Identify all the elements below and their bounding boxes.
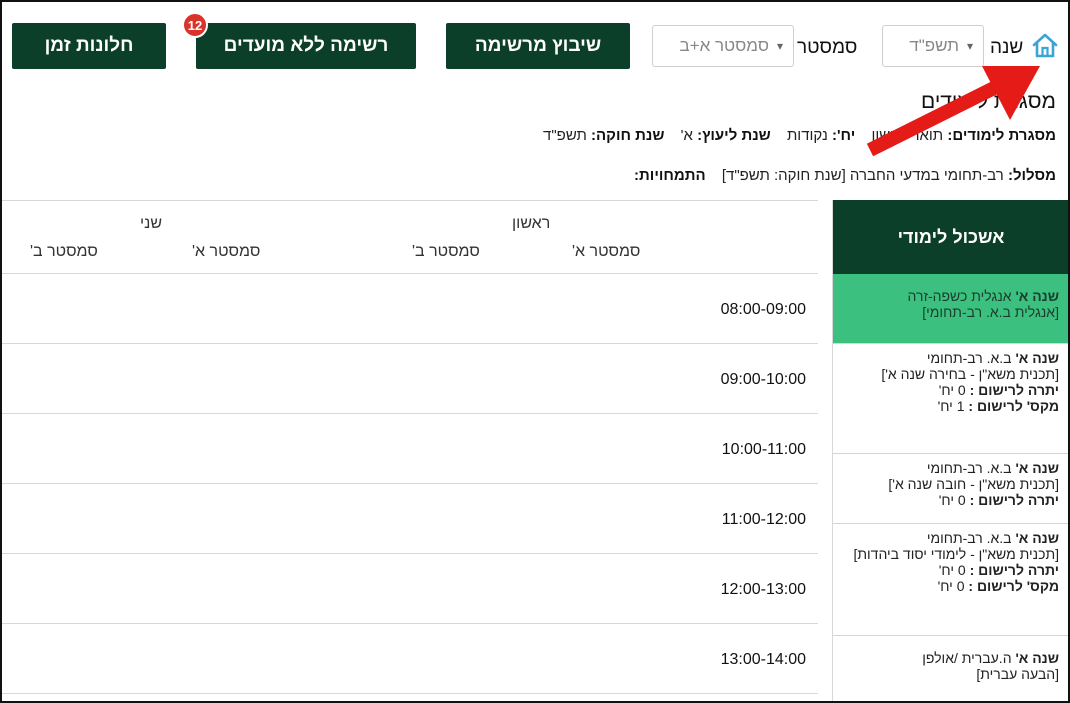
scheduler-window: שנה ▾ תשפ"ד סמסטר ▾ סמסטר א+ב שיבוץ מרשי…	[0, 0, 1070, 703]
toolbar: שנה ▾ תשפ"ד סמסטר ▾ סמסטר א+ב שיבוץ מרשי…	[2, 2, 1068, 82]
track-year: שנה א'	[1015, 650, 1059, 666]
track-item[interactable]: שנה א' אנגלית כשפה-זרה [אנגלית ב.א. רב-ת…	[833, 274, 1068, 344]
remaining-label: יתרה לרישום :	[969, 562, 1059, 578]
semester-header: סמסטר ב'	[30, 243, 98, 260]
track-program: [תכנית משא"ן - בחירה שנה א']	[881, 366, 1059, 382]
track-name: אנגלית כשפה-זרה	[907, 288, 1012, 304]
max-label: מקס' לרישום :	[968, 398, 1059, 414]
advisory-year-value: א'	[680, 127, 693, 144]
time-row[interactable]: 08:00-09:00	[2, 274, 818, 344]
max-value: 0 יח'	[937, 578, 965, 594]
track-program: [תכנית משא"ן - לימודי יסוד ביהדות]	[853, 546, 1059, 562]
remaining-label: יתרה לרישום :	[969, 492, 1059, 508]
track-name: ה.עברית /אולפן	[922, 650, 1012, 666]
track-year: שנה א'	[1015, 350, 1059, 366]
track-item[interactable]: שנה א' ב.א. רב-תחומי [תכנית משא"ן - לימו…	[833, 524, 1068, 636]
info-track-line: מסלול: רב-תחומי במדעי החברה [שנת חוקה: ת…	[634, 167, 1056, 184]
remaining-value: 0 יח'	[938, 382, 966, 398]
regulation-year-value: תשפ"ד	[543, 127, 587, 144]
semester-header: סמסטר א'	[572, 243, 641, 260]
track-name: ב.א. רב-תחומי	[926, 350, 1012, 366]
time-slot-label: 10:00-11:00	[721, 441, 806, 458]
semester-label: סמסטר	[797, 37, 858, 58]
credits-label: יח':	[831, 127, 856, 144]
track-name: ב.א. רב-תחומי	[926, 530, 1012, 546]
unscheduled-count-badge: 12	[182, 12, 208, 38]
chevron-down-icon: ▾	[966, 39, 973, 53]
track-program: [אנגלית ב.א. רב-תחומי]	[922, 304, 1059, 320]
time-row[interactable]: 12:00-13:00	[2, 554, 818, 624]
time-windows-button[interactable]: חלונות זמן	[12, 23, 166, 69]
year-select-value: תשפ"ד	[909, 36, 959, 55]
advisory-year-label: שנת ליעוץ:	[697, 127, 771, 144]
study-cluster-panel: אשכול לימודי שנה א' אנגלית כשפה-זרה [אנג…	[832, 200, 1068, 701]
day-header-monday: שני	[140, 215, 163, 232]
specializations-label: התמחויות:	[634, 167, 706, 184]
track-label: מסלול:	[1007, 167, 1056, 184]
time-row[interactable]: 10:00-11:00	[2, 414, 818, 484]
assign-from-list-button[interactable]: שיבוץ מרשימה	[446, 23, 630, 69]
track-item[interactable]: שנה א' ב.א. רב-תחומי [תכנית משא"ן - חובה…	[833, 454, 1068, 524]
credits-value: נקודות	[786, 127, 828, 144]
time-row[interactable]: 13:00-14:00	[2, 624, 818, 694]
schedule-header: ראשון שני סמסטר א' סמסטר ב' סמסטר א' סמס…	[2, 200, 818, 274]
time-slot-label: 13:00-14:00	[720, 651, 806, 668]
remaining-value: 0 יח'	[938, 562, 966, 578]
info-framework-line: מסגרת לימודים: תואר ראשון יח': נקודות שנ…	[543, 127, 1056, 144]
track-year: שנה א'	[1015, 460, 1059, 476]
track-year: שנה א'	[1015, 530, 1059, 546]
track-year: שנה א'	[1015, 288, 1059, 304]
time-row[interactable]: 11:00-12:00	[2, 484, 818, 554]
semester-select[interactable]: ▾ סמסטר א+ב	[652, 25, 794, 67]
remaining-value: 0 יח'	[938, 492, 966, 508]
time-row[interactable]: 09:00-10:00	[2, 344, 818, 414]
day-header-sunday: ראשון	[512, 215, 551, 232]
track-program: [תכנית משא"ן - חובה שנה א']	[888, 476, 1059, 492]
year-select[interactable]: ▾ תשפ"ד	[882, 25, 984, 67]
track-item[interactable]: שנה א' ב.א. רב-תחומי [תכנית משא"ן - בחיר…	[833, 344, 1068, 454]
max-value: 1 יח'	[937, 398, 965, 414]
regulation-year-label: שנת חוקה:	[591, 127, 665, 144]
time-slot-label: 09:00-10:00	[720, 371, 806, 388]
framework-value: תואר ראשון	[871, 127, 944, 144]
chevron-down-icon: ▾	[776, 39, 783, 53]
framework-label: מסגרת לימודים:	[947, 127, 1056, 144]
track-name: ב.א. רב-תחומי	[926, 460, 1012, 476]
track-value: רב-תחומי במדעי החברה [שנת חוקה: תשפ"ד]	[721, 167, 1004, 184]
year-label: שנה	[990, 37, 1024, 58]
max-label: מקס' לרישום :	[968, 578, 1059, 594]
track-program: [הבעה עברית]	[976, 666, 1059, 682]
unscheduled-list-button[interactable]: רשימה ללא מועדים	[196, 23, 416, 69]
semester-header: סמסטר א'	[192, 243, 261, 260]
time-slot-label: 11:00-12:00	[721, 511, 806, 528]
semester-header: סמסטר ב'	[412, 243, 480, 260]
study-cluster-header: אשכול לימודי	[833, 200, 1068, 274]
time-slot-label: 08:00-09:00	[720, 301, 806, 318]
info-title: מסגרת לימודים	[921, 90, 1056, 113]
remaining-label: יתרה לרישום :	[969, 382, 1059, 398]
semester-select-value: סמסטר א+ב	[679, 36, 769, 55]
home-icon[interactable]	[1030, 30, 1060, 60]
track-item[interactable]: שנה א' ה.עברית /אולפן [הבעה עברית]	[833, 636, 1068, 701]
time-slot-label: 12:00-13:00	[720, 581, 806, 598]
